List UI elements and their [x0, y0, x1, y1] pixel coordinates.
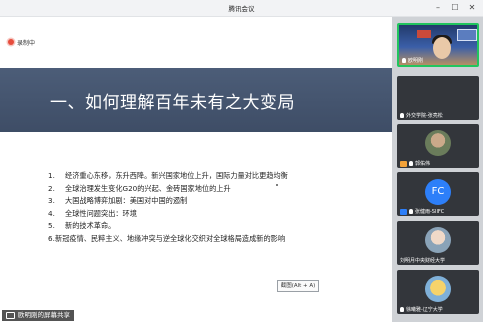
slide-bullet-list: 1. 经济重心东移，东升西降。新兴国家地位上升，国际力量对比更趋均衡 2. 全球治理…: [48, 170, 288, 245]
participant-name: 张健雨-SIIFC: [415, 209, 445, 215]
mic-muted-icon: [409, 161, 413, 166]
participant-label: 刘明月中央财经大学: [400, 257, 445, 264]
participant-label: 外交学院-张亮松: [400, 112, 443, 119]
screen-share-indicator[interactable]: 欧明刚的屏幕共享: [2, 310, 74, 321]
list-item-text: 全球性问题突出：环境: [65, 208, 137, 218]
window-title-bar: 腾讯会议 – ☐ ✕: [0, 0, 483, 17]
avatar: [425, 130, 451, 156]
participant-tile[interactable]: 徐曦雅-辽宁大学: [397, 270, 479, 314]
mic-muted-icon: [400, 113, 404, 118]
list-item: 6.新冠疫情、民粹主义、地缘冲突与逆全球化交织对全球格局造成新的影响: [48, 233, 288, 246]
slide-title-banner: 一、如何理解百年未有之大变局: [0, 68, 392, 132]
participant-name: 刘明月中央财经大学: [400, 258, 446, 264]
participant-tile[interactable]: 郭佑伟: [397, 124, 479, 168]
participant-label: 郭佑伟: [400, 160, 430, 167]
participant-label: 张健雨-SIIFC: [400, 208, 444, 215]
participant-name: 郭佑伟: [415, 161, 431, 167]
recording-label: 录制中: [17, 39, 36, 47]
list-item-number: 3.: [48, 196, 55, 205]
list-item-text: 新冠疫情、民粹主义、地缘冲突与逆全球化交织对全球格局造成新的影响: [55, 233, 286, 243]
list-item-text: 全球治理发生变化G20的兴起、金砖国家地位的上升: [65, 183, 231, 193]
participant-tile[interactable]: 欧明刚: [397, 23, 479, 67]
background-sign: [417, 30, 431, 38]
list-item: 2. 全球治理发生变化G20的兴起、金砖国家地位的上升: [48, 183, 288, 196]
user-icon: [400, 208, 407, 215]
participant-label: 欧明刚: [402, 57, 423, 64]
list-item-text: 经济重心东移，东升西降。新兴国家地位上升，国际力量对比更趋均衡: [65, 171, 288, 180]
list-item: 4. 全球性问题突出：环境: [48, 208, 288, 221]
share-status-bar: 欧明刚的屏幕共享: [0, 309, 392, 322]
avatar: [425, 276, 451, 302]
close-icon[interactable]: ✕: [466, 2, 478, 14]
list-item: 5. 新的技术革命。: [48, 220, 288, 233]
mic-muted-icon: [409, 209, 413, 214]
list-item-text: 新的技术革命。: [65, 221, 116, 230]
maximize-icon[interactable]: ☐: [449, 2, 461, 14]
avatar: [425, 227, 451, 253]
participant-label: 徐曦雅-辽宁大学: [400, 306, 443, 313]
list-item-number: 2.: [48, 183, 55, 193]
recording-indicator[interactable]: 录制中: [8, 37, 35, 47]
list-item-number: 5.: [48, 221, 55, 230]
list-item: 1. 经济重心东移，东升西降。新兴国家地位上升，国际力量对比更趋均衡: [48, 170, 288, 183]
participant-name: 欧明刚: [408, 58, 424, 64]
list-item-number: 4.: [48, 208, 55, 218]
screenshot-tooltip: 截图(Alt + A): [277, 280, 319, 292]
recording-icon: [8, 39, 14, 45]
cursor-dot: [276, 184, 278, 186]
participant-name: 徐曦雅-辽宁大学: [406, 307, 443, 313]
slide-heading: 一、如何理解百年未有之大变局: [50, 93, 295, 113]
list-item-number: 1.: [48, 171, 55, 180]
background-sign: [457, 29, 477, 41]
window-title: 腾讯会议: [228, 5, 255, 13]
participant-name: 外交学院-张亮松: [406, 113, 443, 119]
shared-screen-area: 录制中 一、如何理解百年未有之大变局 1. 经济重心东移，东升西降。新兴国家地位上…: [0, 17, 392, 322]
participant-face: [433, 37, 451, 59]
list-item-text: 大国战略博弈加剧：美国对中国的遏制: [65, 196, 188, 205]
screen-share-label: 欧明刚的屏幕共享: [18, 311, 70, 319]
participant-tile[interactable]: 刘明月中央财经大学: [397, 221, 479, 265]
mic-muted-icon: [400, 307, 404, 312]
participant-tile[interactable]: FC 张健雨-SIIFC: [397, 172, 479, 216]
avatar-initials: FC: [425, 179, 451, 205]
screen-share-icon: [6, 312, 15, 319]
participant-panel: 欧明刚 外交学院-张亮松 郭佑伟 FC 张健雨-SIIFC 刘明月中央财经大学: [392, 17, 483, 322]
participant-tile[interactable]: 外交学院-张亮松: [397, 76, 479, 120]
list-item-number: 6.: [48, 233, 55, 243]
user-icon: [400, 160, 407, 167]
mic-icon: [402, 58, 406, 63]
list-item: 3. 大国战略博弈加剧：美国对中国的遏制: [48, 195, 288, 208]
minimize-icon[interactable]: –: [432, 2, 444, 14]
